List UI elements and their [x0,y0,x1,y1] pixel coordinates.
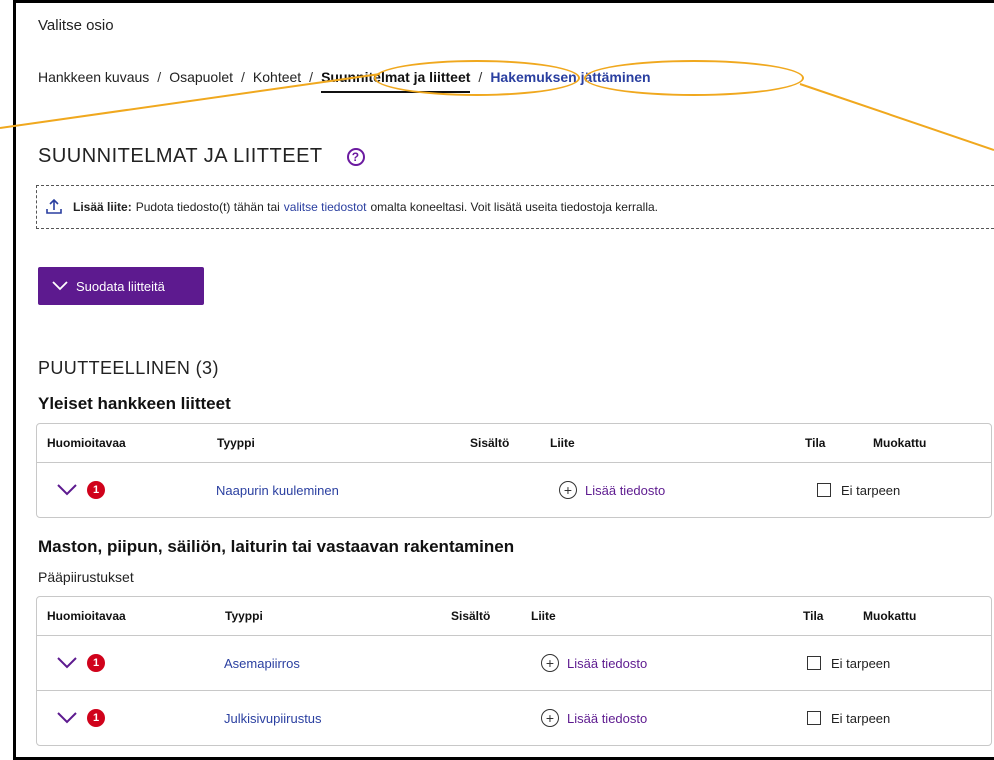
attachments-table-main-drawings: Huomioitavaa Tyyppi Sisältö Liite Tila M… [36,596,992,746]
breadcrumb-kohteet[interactable]: Kohteet [253,69,301,85]
plus-circle-icon: + [541,654,559,672]
breadcrumb-separator: / [157,69,162,85]
page-title-text: SUUNNITELMAT JA LIITTEET [38,145,323,167]
missing-badge: 1 [87,709,105,727]
col-header-attachment: Liite [550,436,575,450]
not-needed-label: Ei tarpeen [831,710,891,726]
breadcrumb-separator: / [241,69,245,85]
not-needed-toggle[interactable]: Ei tarpeen [807,656,890,671]
upload-icon [45,198,63,216]
not-needed-checkbox[interactable] [807,711,821,725]
not-needed-checkbox[interactable] [807,656,821,670]
col-header-modified: Muokattu [873,436,927,450]
not-needed-checkbox[interactable] [817,483,831,497]
col-header-type: Tyyppi [217,436,255,450]
add-file-label: Lisää tiedosto [567,710,648,726]
chevron-down-icon [52,281,68,291]
col-header-type: Tyyppi [225,609,263,623]
col-header-modified: Muokattu [863,609,917,623]
filter-button-label: Suodata liitteitä [76,278,165,294]
add-file-label: Lisää tiedosto [585,482,666,498]
filter-attachments-button[interactable]: Suodata liitteitä [38,267,204,305]
breadcrumb-hakemuksen-jattaminen[interactable]: Hakemuksen jättäminen [490,69,650,85]
category-subtitle: Pääpiirustukset [38,569,134,585]
add-file-button[interactable]: + Lisää tiedosto [541,709,647,727]
col-header-content: Sisältö [451,609,491,623]
col-header-status: Tila [803,609,824,623]
page-title: SUUNNITELMAT JA LIITTEET ? [38,145,365,168]
breadcrumb-separator: / [309,69,314,85]
add-file-label: Lisää tiedosto [567,655,648,671]
col-header-attachment: Liite [531,609,556,623]
not-needed-toggle[interactable]: Ei tarpeen [817,483,900,498]
plus-circle-icon: + [541,709,559,727]
dropzone-text-after: omalta koneeltasi. Voit lisätä useita ti… [370,200,659,214]
choose-files-link[interactable]: valitse tiedostot [284,200,367,214]
section-label: Valitse osio [38,17,114,34]
chevron-down-icon[interactable] [57,484,77,496]
category-title: Yleiset hankkeen liitteet [38,394,231,413]
table-row: 1 Asemapiirros + Lisää tiedosto Ei tarpe… [37,636,991,691]
attachment-type-link[interactable]: Asemapiirros [224,656,300,671]
table-row: 1 Julkisivupiirustus + Lisää tiedosto Ei… [37,691,991,745]
category-title: Maston, piipun, säiliön, laiturin tai va… [38,537,515,556]
table-header: Huomioitavaa Tyyppi Sisältö Liite Tila M… [37,424,991,463]
group-title-incomplete: PUUTTEELLINEN (3) [38,358,219,378]
not-needed-label: Ei tarpeen [831,655,891,671]
table-row: 1 Naapurin kuuleminen + Lisää tiedosto E… [37,463,991,517]
not-needed-label: Ei tarpeen [841,482,901,498]
breadcrumb-separator: / [478,69,483,85]
chevron-down-icon[interactable] [57,657,77,669]
breadcrumb-osapuolet[interactable]: Osapuolet [169,69,233,85]
attachment-type-link[interactable]: Naapurin kuuleminen [216,483,339,498]
not-needed-toggle[interactable]: Ei tarpeen [807,711,890,726]
add-file-button[interactable]: + Lisää tiedosto [541,654,647,672]
dropzone-label: Lisää liite: [73,200,132,214]
col-header-notice: Huomioitavaa [47,436,126,450]
attachments-table-general: Huomioitavaa Tyyppi Sisältö Liite Tila M… [36,423,992,518]
missing-badge: 1 [87,481,105,499]
breadcrumb-hankkeen-kuvaus[interactable]: Hankkeen kuvaus [38,69,149,85]
missing-badge: 1 [87,654,105,672]
table-header: Huomioitavaa Tyyppi Sisältö Liite Tila M… [37,597,991,636]
col-header-notice: Huomioitavaa [47,609,126,623]
attachment-type-link[interactable]: Julkisivupiirustus [224,711,322,726]
breadcrumb: Hankkeen kuvaus / Osapuolet / Kohteet / … [38,69,651,93]
breadcrumb-suunnitelmat-ja-liitteet[interactable]: Suunnitelmat ja liitteet [321,69,471,93]
add-file-button[interactable]: + Lisää tiedosto [559,481,665,499]
file-dropzone[interactable]: Lisää liite: Pudota tiedosto(t) tähän ta… [36,185,994,229]
help-icon[interactable]: ? [346,147,365,166]
chevron-down-icon[interactable] [57,712,77,724]
dropzone-text-before: Pudota tiedosto(t) tähän tai [135,200,280,214]
plus-circle-icon: + [559,481,577,499]
col-header-content: Sisältö [470,436,510,450]
col-header-status: Tila [805,436,826,450]
